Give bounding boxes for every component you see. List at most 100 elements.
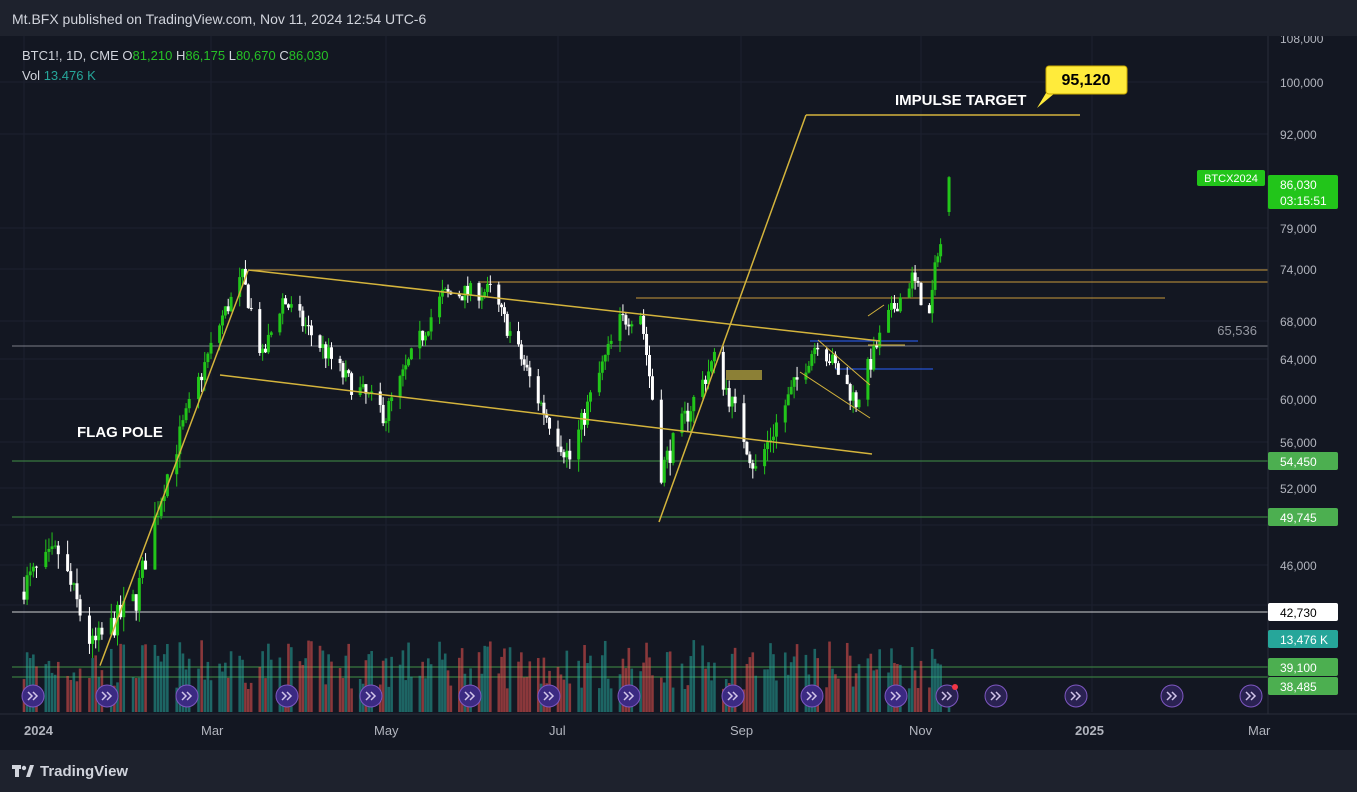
volume-bar — [745, 663, 749, 712]
y-tick-label: 56,000 — [1280, 436, 1317, 450]
candles — [22, 176, 951, 659]
volume-bar — [144, 644, 147, 712]
volume-bar — [583, 645, 586, 712]
volume-bar — [119, 643, 122, 712]
countdown-label: 03:15:51 — [1280, 194, 1327, 208]
candle-body — [668, 450, 672, 463]
candle-body — [301, 310, 305, 327]
candle-body — [200, 376, 204, 381]
candle-body — [56, 545, 60, 555]
series-tag: BTCX2024 — [1204, 173, 1258, 185]
candle-body — [469, 283, 473, 295]
volume-bar — [751, 652, 755, 712]
candle-body — [53, 545, 57, 547]
volume-bar — [713, 662, 716, 712]
price-chart[interactable]: FLAG POLE IMPULSE TARGET 95,120 65,536 108,… — [0, 36, 1357, 750]
volume-bar — [783, 652, 787, 712]
volume-bar — [350, 688, 353, 712]
volume-bar — [66, 675, 69, 712]
volume-bar — [763, 669, 766, 712]
volume-bar — [536, 658, 540, 712]
candle-body — [438, 296, 442, 318]
candle-body — [774, 422, 778, 437]
volume-bar — [206, 661, 210, 712]
volume-bar — [429, 664, 433, 712]
candle-body — [704, 379, 708, 384]
volume-bar — [916, 688, 920, 712]
volume-bar — [834, 674, 837, 712]
volume-bar — [600, 655, 604, 712]
volume-bar — [505, 688, 509, 712]
candle-body — [421, 330, 425, 341]
volume-bar — [324, 684, 328, 712]
y-tick-label: 108,000 — [1280, 36, 1324, 46]
volume-bar — [443, 653, 447, 712]
volume-bar — [91, 658, 94, 712]
candle-body — [404, 365, 408, 370]
wedge-line — [799, 371, 871, 419]
candle-body — [505, 313, 509, 336]
volume-bar — [528, 661, 532, 712]
volume-bar — [221, 671, 224, 712]
candle-body — [488, 283, 492, 285]
candle-body — [665, 450, 669, 460]
candle-body — [140, 560, 144, 578]
candle-body — [264, 348, 268, 353]
legend-h-label: H — [175, 48, 186, 63]
legend-vol-row: Vol 13.476 K — [22, 66, 329, 86]
candle-body — [627, 324, 631, 327]
candle-body — [347, 370, 351, 374]
candle-body — [600, 361, 604, 373]
volume-bar — [580, 687, 583, 712]
volume-bar — [710, 680, 713, 712]
volume-bar — [831, 668, 834, 712]
candle-body — [477, 283, 481, 301]
candle-body — [709, 361, 713, 372]
volume-bar — [269, 659, 273, 712]
candle-body — [401, 369, 405, 377]
candle-body — [203, 362, 207, 381]
volume-bar — [508, 647, 512, 712]
candle-body — [683, 410, 687, 414]
volume-bar — [503, 648, 506, 712]
legend-close: 86,030 — [288, 48, 329, 63]
grid — [0, 36, 1268, 712]
volume-bar — [500, 656, 503, 712]
target-badge-label: 95,120 — [1062, 72, 1111, 89]
x-tick-label: Mar — [1248, 723, 1271, 738]
candle-body — [624, 315, 628, 325]
price-label: 42,730 — [1280, 606, 1317, 620]
volume-bar — [344, 655, 348, 712]
volume-bar — [347, 643, 351, 712]
candle-body — [483, 291, 487, 297]
candle-body — [848, 383, 852, 401]
candle-body — [398, 376, 402, 398]
volume-bar — [606, 678, 610, 712]
volume-bar — [837, 678, 840, 712]
candle-body — [87, 615, 91, 644]
volume-bar — [88, 677, 91, 712]
wedge-line — [817, 339, 871, 386]
volume-bar — [848, 655, 852, 712]
volume-bar — [166, 644, 169, 712]
y-tick-label: 68,000 — [1280, 315, 1317, 329]
price-label: 49,745 — [1280, 511, 1317, 525]
candle-body — [721, 351, 725, 390]
candle-body — [440, 289, 444, 297]
candle-body — [586, 401, 590, 425]
x-tick-label: May — [374, 723, 399, 738]
candle-body — [463, 285, 467, 301]
volume-bar — [639, 671, 642, 712]
volume-bar — [701, 645, 704, 712]
volume-bar — [704, 668, 707, 712]
candle-body — [341, 363, 345, 378]
candle-body — [321, 344, 325, 348]
volume-bar — [244, 682, 247, 712]
volume-bar — [689, 656, 693, 712]
candle-body — [786, 394, 790, 406]
candle-body — [895, 308, 899, 312]
tradingview-brand: TradingView — [40, 763, 129, 780]
candle-body — [898, 297, 902, 312]
volume-bar — [261, 651, 264, 712]
candle-body — [686, 410, 690, 422]
